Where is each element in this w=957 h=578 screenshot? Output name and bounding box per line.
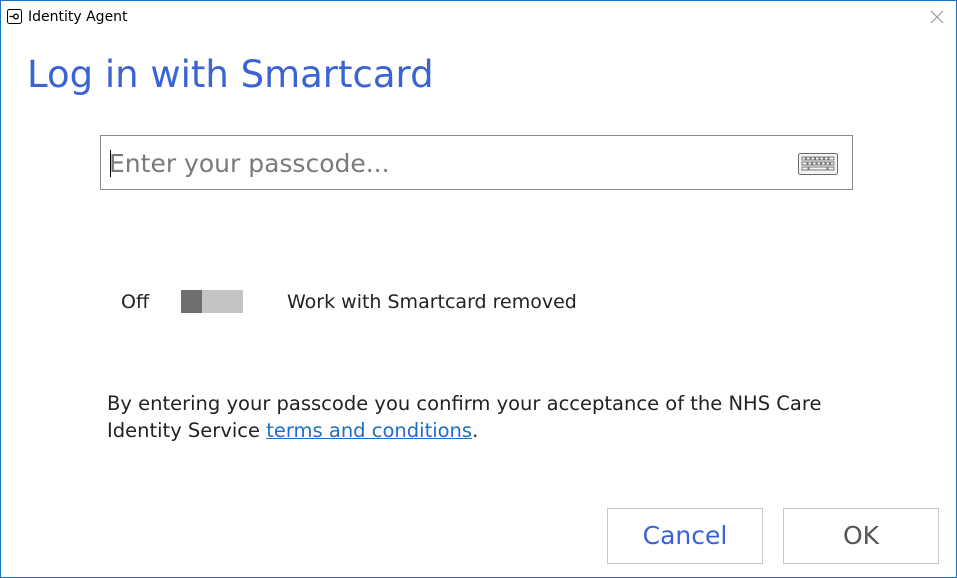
smartcard-key-icon xyxy=(7,9,22,24)
terms-notice: By entering your passcode you confirm yo… xyxy=(107,390,867,444)
keyboard-icon[interactable] xyxy=(798,153,838,175)
page-title: Log in with Smartcard xyxy=(27,53,434,96)
cancel-button[interactable]: Cancel xyxy=(607,508,763,564)
terms-suffix: . xyxy=(472,419,479,442)
close-icon xyxy=(930,10,944,24)
smartcard-removed-toggle[interactable] xyxy=(181,290,243,313)
passcode-input[interactable] xyxy=(109,146,789,180)
window-title: Identity Agent xyxy=(28,9,128,25)
terms-link[interactable]: terms and conditions xyxy=(266,419,472,442)
toggle-state-label: Off xyxy=(121,291,150,313)
identity-agent-window: Identity Agent Log in with Smartcard Off… xyxy=(0,0,957,578)
title-bar: Identity Agent xyxy=(1,1,956,33)
close-button[interactable] xyxy=(930,9,944,24)
toggle-description: Work with Smartcard removed xyxy=(287,291,577,313)
passcode-field[interactable] xyxy=(100,135,853,190)
ok-button[interactable]: OK xyxy=(783,508,939,564)
toggle-thumb[interactable] xyxy=(181,290,202,313)
